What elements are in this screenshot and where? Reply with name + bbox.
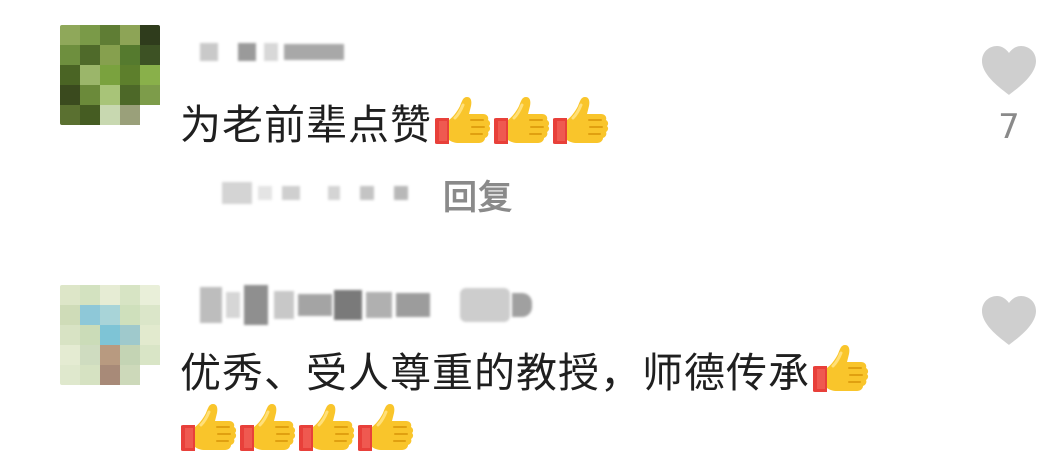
comment-list: 为老前辈点赞 回复 7 优秀、受人尊重的教授，师德传承 [0, 0, 1043, 470]
comment-text-continued [180, 403, 416, 453]
thumbs-up-icon [181, 403, 239, 453]
username-redacted[interactable] [200, 285, 532, 325]
thumbs-up-icon [240, 403, 298, 453]
comment-body: 为老前辈点赞 [180, 101, 432, 149]
emoji-group [434, 96, 611, 146]
emoji-group [180, 403, 416, 453]
heart-icon[interactable] [980, 295, 1038, 347]
avatar[interactable] [60, 25, 160, 125]
like-count: 7 [998, 107, 1020, 147]
avatar[interactable] [60, 285, 160, 385]
thumbs-up-icon [813, 344, 871, 394]
username-redacted[interactable] [200, 43, 344, 61]
thumbs-up-icon [358, 403, 416, 453]
thumbs-up-icon [435, 96, 493, 146]
heart-icon[interactable] [980, 45, 1038, 97]
reply-button[interactable]: 回复 [443, 170, 513, 219]
timestamp-redacted [222, 182, 408, 204]
thumbs-up-icon [299, 403, 357, 453]
emoji-group [812, 344, 871, 394]
thumbs-up-icon [494, 96, 552, 146]
comment-text: 优秀、受人尊重的教授，师德传承 [180, 344, 871, 394]
comment-text: 为老前辈点赞 [180, 96, 611, 146]
thumbs-up-icon [553, 96, 611, 146]
comment-body: 优秀、受人尊重的教授，师德传承 [180, 349, 810, 397]
